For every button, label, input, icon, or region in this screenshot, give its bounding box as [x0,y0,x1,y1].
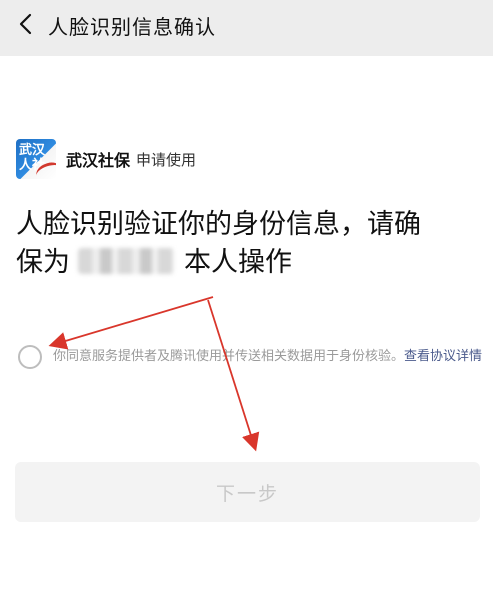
verification-headline: 人脸识别验证你的身份信息，请确 保为 本人操作 [16,206,481,282]
next-step-button[interactable]: 下一步 [15,462,480,522]
headline-line2-prefix: 保为 [16,247,70,278]
title-bar: 人脸识别信息确认 [0,0,493,56]
headline-line1: 人脸识别验证你的身份信息，请确 [16,209,421,240]
blurred-name [78,248,174,274]
agreement-statement: 你同意服务提供者及腾讯使用并传送相关数据用于身份核验。 [53,349,405,364]
agreement-text: 你同意服务提供者及腾讯使用并传送相关数据用于身份核验。查看协议详情 [53,346,483,367]
app-name: 武汉社保 [66,151,131,170]
back-button[interactable] [10,8,42,40]
page-title: 人脸识别信息确认 [48,15,216,39]
app-info: 武汉人社 武汉社保 申请使用 [16,138,196,180]
annotation-arrow-to-radio [48,296,214,350]
app-logo: 武汉人社 [16,139,56,179]
annotation-arrow-to-button [207,299,260,452]
app-apply-text: 申请使用 [136,150,197,169]
agree-radio[interactable] [18,345,42,369]
headline-line2-suffix: 本人操作 [184,247,292,278]
chevron-left-icon [19,13,32,35]
view-agreement-link[interactable]: 查看协议详情 [404,349,482,364]
